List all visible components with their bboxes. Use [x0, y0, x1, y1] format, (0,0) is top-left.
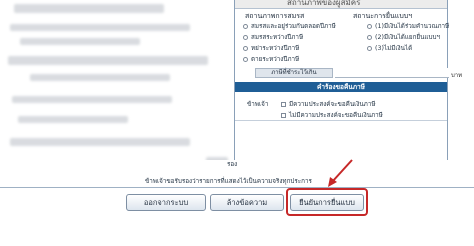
checkbox-icon[interactable] [281, 101, 286, 107]
filing-option-1[interactable]: (1)มีเงินได้ร่วมคำนวณภาษี [367, 21, 449, 31]
status-panel: สถานภาพของผู้สมัคร สถานภาพการสมรส สถานะก… [234, 0, 449, 161]
reason-box [235, 120, 447, 161]
certification-text: ข้าพเจ้าขอรับรองว่ารายการที่แสดงไว้เป็นค… [145, 178, 312, 185]
confirm-highlight-box [286, 188, 368, 216]
radio-icon[interactable] [367, 45, 372, 51]
currency-unit: บาท [451, 72, 463, 79]
radio-icon[interactable] [243, 45, 248, 51]
radio-icon[interactable] [367, 34, 372, 40]
marital-option-2[interactable]: สมรสระหว่างปีภาษี [243, 32, 303, 42]
marital-option-3[interactable]: หย่าระหว่างปีภาษี [243, 43, 299, 53]
arrow-icon [328, 159, 353, 187]
refund-no-option[interactable]: ไม่มีความประสงค์จะขอคืนเงินภาษี [281, 110, 383, 120]
tax-overpaid-input[interactable] [335, 68, 449, 78]
exit-button[interactable]: ออกจากระบบ [126, 194, 206, 211]
filing-option-3[interactable]: (3)ไม่มีเงินได้ [367, 43, 412, 53]
checkbox-icon[interactable] [281, 112, 286, 118]
radio-icon[interactable] [243, 34, 248, 40]
marital-option-1[interactable]: สมรสและอยู่ร่วมกันตลอดปีภาษี [243, 21, 336, 31]
certification-label: รอง [227, 161, 238, 168]
radio-icon[interactable] [243, 56, 248, 62]
marital-option-4[interactable]: ตายระหว่างปีภาษี [243, 54, 299, 64]
clear-button[interactable]: ล้างข้อความ [210, 194, 284, 211]
radio-icon[interactable] [243, 23, 248, 29]
status-panel-title: สถานภาพของผู้สมัคร [287, 0, 361, 7]
refund-request-bar: คำร้องขอคืนภาษี [235, 82, 447, 92]
filing-option-2[interactable]: (2)มีเงินได้แยกยื่นแบบฯ [367, 32, 440, 42]
requester-label: ข้าพเจ้า [247, 101, 269, 108]
status-panel-header: สถานภาพของผู้สมัคร [235, 0, 447, 9]
tax-overpaid-label: ภาษีที่ชำระไว้เกิน [255, 68, 333, 78]
radio-icon[interactable] [367, 23, 372, 29]
refund-yes-option[interactable]: มีความประสงค์จะขอคืนเงินภาษี [281, 99, 376, 109]
